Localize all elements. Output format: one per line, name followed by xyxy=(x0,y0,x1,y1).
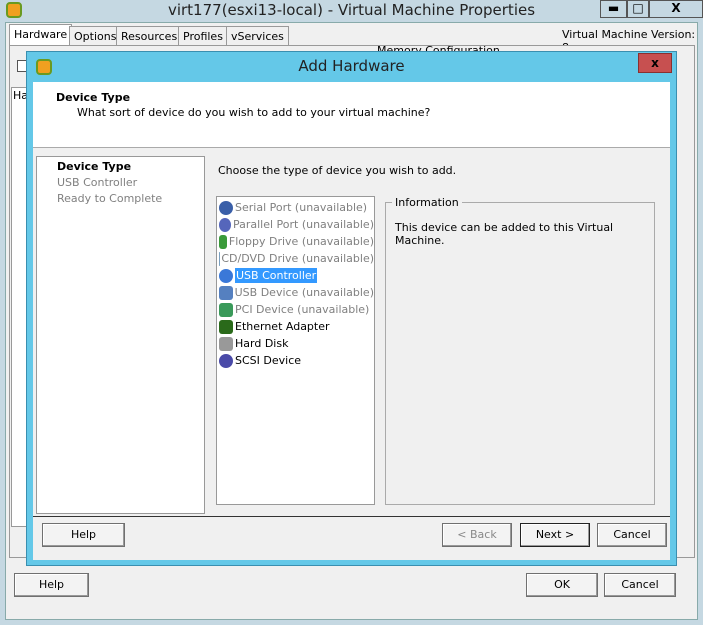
device-label: USB Device (unavailable) xyxy=(234,286,374,299)
ethernet-icon xyxy=(219,319,233,334)
device-label: CD/DVD Drive (unavailable) xyxy=(221,252,374,265)
device-item[interactable]: SCSI Device xyxy=(217,352,374,369)
device-item[interactable]: Serial Port (unavailable) xyxy=(217,199,374,216)
close-window-button[interactable]: X xyxy=(649,0,703,18)
add-hardware-dialog: Add Hardware x Device Type What sort of … xyxy=(26,51,677,566)
maximize-button[interactable]: □ xyxy=(627,0,649,18)
pci-icon xyxy=(219,302,233,317)
cancel-button[interactable]: Cancel xyxy=(604,573,676,597)
information-text: This device can be added to this Virtual… xyxy=(395,221,614,247)
dialog-cancel-button[interactable]: Cancel xyxy=(597,523,667,547)
header-title: Device Type xyxy=(56,91,131,104)
step-ready: Ready to Complete xyxy=(57,192,163,205)
device-item[interactable]: Hard Disk xyxy=(217,335,374,352)
hard-disk-icon xyxy=(219,336,233,351)
steps-panel: Device Type USB Controller Ready to Comp… xyxy=(36,156,205,514)
device-label: Hard Disk xyxy=(235,337,289,350)
window-title: virt177(esxi13-local) - Virtual Machine … xyxy=(167,1,536,19)
device-item[interactable]: USB Controller xyxy=(217,267,374,284)
device-label: Ethernet Adapter xyxy=(235,320,330,333)
device-label: USB Controller xyxy=(235,268,318,283)
device-label: Serial Port (unavailable) xyxy=(235,201,368,214)
parallel-port-icon xyxy=(219,217,231,232)
dialog-header: Device Type What sort of device do you w… xyxy=(33,82,670,148)
tab-hardware[interactable]: Hardware xyxy=(9,24,73,46)
device-type-list[interactable]: Serial Port (unavailable) Parallel Port (… xyxy=(216,196,375,505)
tab-profiles[interactable]: Profiles xyxy=(178,26,228,46)
usb-controller-icon xyxy=(219,268,233,283)
prompt-text: Choose the type of device you wish to ad… xyxy=(218,164,457,177)
tab-resources[interactable]: Resources xyxy=(116,26,183,46)
device-label: SCSI Device xyxy=(235,354,302,367)
device-item[interactable]: CD/DVD Drive (unavailable) xyxy=(217,250,374,267)
device-item[interactable]: Ethernet Adapter xyxy=(217,318,374,335)
serial-port-icon xyxy=(219,200,233,215)
device-label: Floppy Drive (unavailable) xyxy=(228,235,374,248)
tab-options[interactable]: Options xyxy=(69,26,122,46)
device-item[interactable]: USB Device (unavailable) xyxy=(217,284,374,301)
device-label: PCI Device (unavailable) xyxy=(235,303,370,316)
ok-button[interactable]: OK xyxy=(526,573,598,597)
device-item[interactable]: Parallel Port (unavailable) xyxy=(217,216,374,233)
close-dialog-button[interactable]: x xyxy=(638,53,672,73)
tab-vservices[interactable]: vServices xyxy=(226,26,289,46)
information-title: Information xyxy=(392,196,462,209)
dialog-body: Device Type What sort of device do you w… xyxy=(33,82,670,560)
step-device-type: Device Type xyxy=(57,160,132,173)
scsi-icon xyxy=(219,353,233,368)
back-button[interactable]: < Back xyxy=(442,523,512,547)
dialog-help-button[interactable]: Help xyxy=(42,523,125,547)
usb-device-icon xyxy=(219,285,233,300)
step-usb-controller: USB Controller xyxy=(57,176,138,189)
next-button[interactable]: Next > xyxy=(520,523,590,547)
dialog-title: Add Hardware xyxy=(298,57,405,75)
minimize-button[interactable]: ▬ xyxy=(600,0,627,18)
help-button[interactable]: Help xyxy=(14,573,89,597)
separator xyxy=(33,516,670,517)
device-item[interactable]: Floppy Drive (unavailable) xyxy=(217,233,374,250)
floppy-icon xyxy=(219,234,227,249)
device-label: Parallel Port (unavailable) xyxy=(232,218,374,231)
information-group: Information This device can be added to … xyxy=(385,196,655,505)
device-item[interactable]: PCI Device (unavailable) xyxy=(217,301,374,318)
header-subtitle: What sort of device do you wish to add t… xyxy=(77,106,431,119)
